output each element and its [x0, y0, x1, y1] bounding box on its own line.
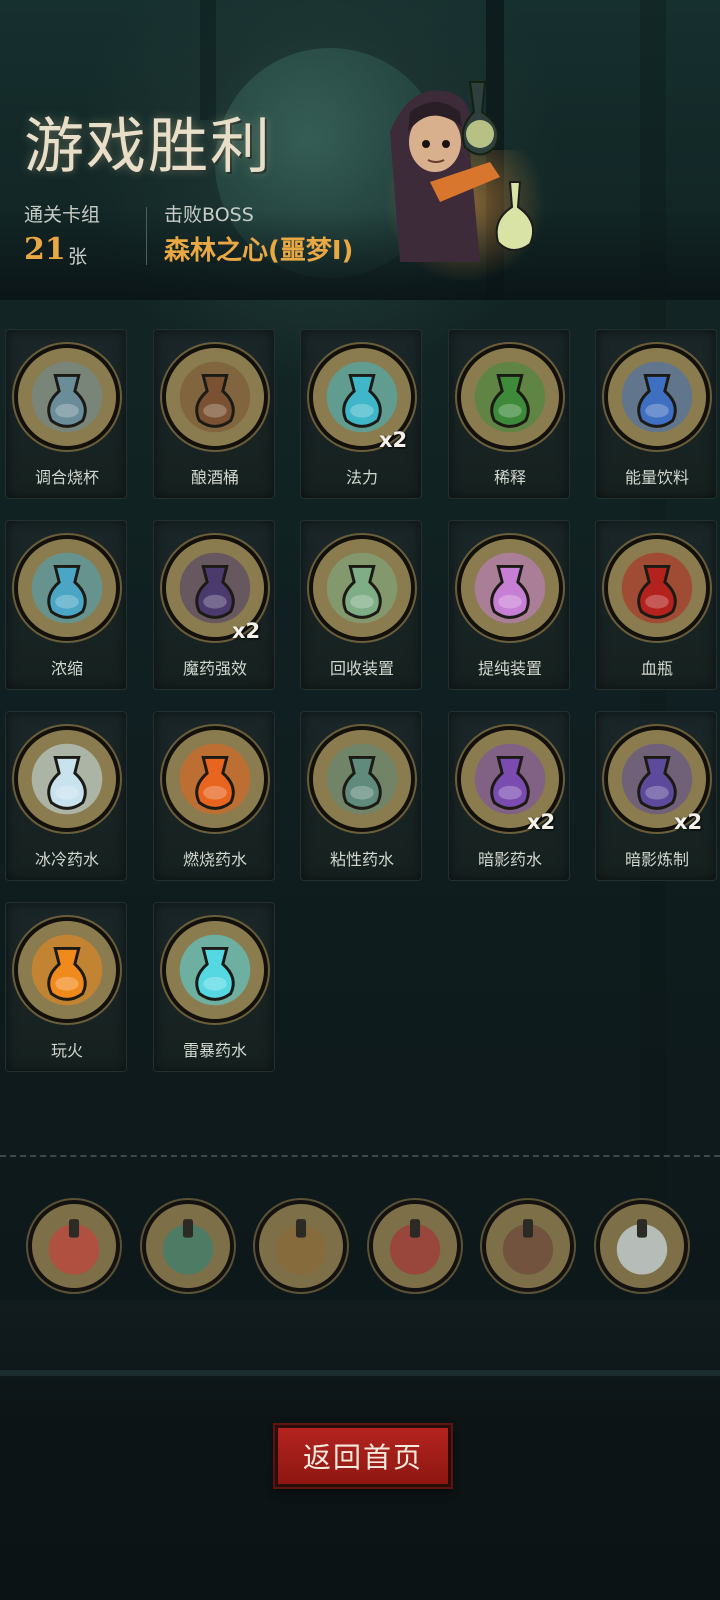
fire-play-icon	[14, 917, 120, 1023]
stat-divider	[146, 207, 147, 265]
card-name: 冰冷药水	[34, 850, 99, 869]
energy-drink-icon	[604, 344, 710, 450]
card-item[interactable]: x2 暗影炼制	[595, 711, 717, 881]
card-name: 浓缩	[50, 659, 83, 678]
sticky-potion-icon	[309, 726, 415, 832]
jars-relic-icon[interactable]	[482, 1200, 574, 1292]
card-item[interactable]: 冰冷药水	[5, 711, 127, 881]
card-item[interactable]: 酿酒桶	[153, 329, 275, 499]
deck-label: 通关卡组	[24, 204, 101, 226]
card-name: 提纯装置	[477, 659, 542, 678]
card-multiplier: x2	[379, 428, 408, 452]
card-item[interactable]: 浓缩	[5, 520, 127, 690]
card-name: 血瓶	[640, 659, 673, 678]
section-divider	[0, 1155, 720, 1157]
card-multiplier: x2	[674, 810, 703, 834]
card-item[interactable]: 稀释	[448, 329, 570, 499]
card-item[interactable]: 血瓶	[595, 520, 717, 690]
card-item[interactable]: 燃烧药水	[153, 711, 275, 881]
vampire-relic-icon[interactable]	[369, 1200, 461, 1292]
card-item[interactable]: 调合烧杯	[5, 329, 127, 499]
card-item[interactable]: x2 法力	[300, 329, 422, 499]
lantern-relic-icon[interactable]	[142, 1200, 234, 1292]
gourd-relic-icon[interactable]	[255, 1200, 347, 1292]
card-item[interactable]: 粘性药水	[300, 711, 422, 881]
boss-name: 森林之心(噩梦I)	[164, 236, 354, 266]
card-multiplier: x2	[527, 810, 556, 834]
card-name: 玩火	[50, 1041, 83, 1060]
card-item[interactable]: 玩火	[5, 902, 127, 1072]
card-name: 能量饮料	[624, 468, 689, 487]
card-name: 魔药强效	[182, 659, 247, 678]
card-item[interactable]: 提纯装置	[448, 520, 570, 690]
ground-edge-decoration	[0, 1370, 720, 1376]
barrel-icon	[162, 344, 268, 450]
companions-relic-icon[interactable]	[28, 1200, 120, 1292]
card-name: 粘性药水	[329, 850, 394, 869]
card-item[interactable]: x2 魔药强效	[153, 520, 275, 690]
deck-count: 21	[24, 232, 66, 267]
card-item[interactable]: 雷暴药水	[153, 902, 275, 1072]
ice-potion-icon	[14, 726, 120, 832]
dagger-relic-icon[interactable]	[596, 1200, 688, 1292]
card-multiplier: x2	[232, 619, 261, 643]
card-name: 法力	[345, 468, 378, 487]
card-item[interactable]: 能量饮料	[595, 329, 717, 499]
cauldron-icon	[457, 344, 563, 450]
storm-potion-icon	[162, 917, 268, 1023]
return-home-button[interactable]: 返回首页	[275, 1425, 451, 1487]
card-name: 酿酒桶	[190, 468, 239, 487]
beaker-icon	[14, 344, 120, 450]
card-name: 暗影炼制	[624, 850, 689, 869]
card-name: 调合烧杯	[34, 468, 99, 487]
fire-potion-icon	[162, 726, 268, 832]
boss-label: 击败BOSS	[164, 204, 254, 226]
card-name: 雷暴药水	[182, 1041, 247, 1060]
card-item[interactable]: x2 暗影药水	[448, 711, 570, 881]
recycler-icon	[309, 535, 415, 641]
page-title: 游戏胜利	[24, 112, 272, 182]
blood-flask-icon	[604, 535, 710, 641]
distiller-icon	[14, 535, 120, 641]
card-item[interactable]: 回收装置	[300, 520, 422, 690]
alchemist-hero-icon	[390, 81, 534, 262]
purifier-icon	[457, 535, 563, 641]
card-name: 稀释	[493, 468, 526, 487]
card-name: 燃烧药水	[182, 850, 247, 869]
card-name: 暗影药水	[477, 850, 542, 869]
deck-unit: 张	[68, 246, 88, 268]
card-name: 回收装置	[329, 659, 394, 678]
